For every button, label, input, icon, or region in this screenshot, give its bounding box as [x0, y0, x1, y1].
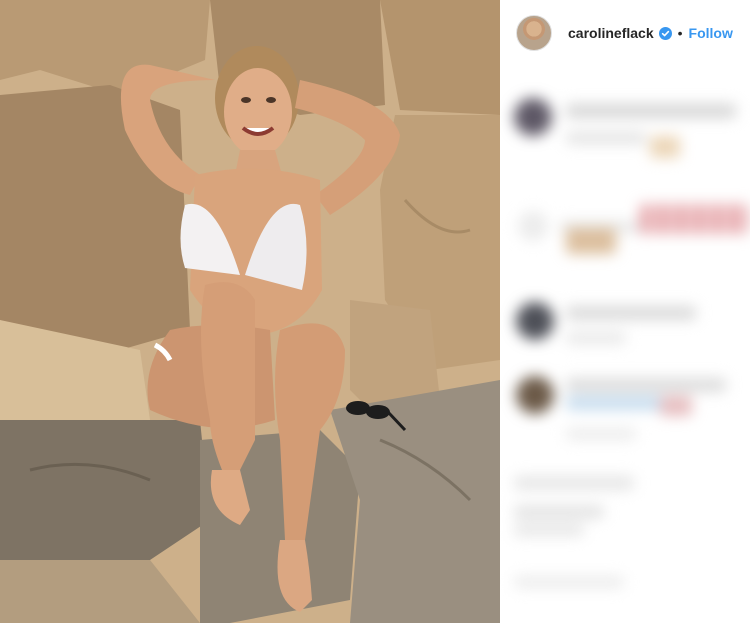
comment-text-blur [566, 428, 636, 440]
comment-text-blur [566, 132, 646, 144]
follow-button[interactable]: Follow [689, 25, 733, 41]
post-sidebar: carolineflack • Follow [500, 0, 750, 623]
post-photo[interactable] [0, 0, 500, 623]
comment-text-blur [660, 396, 692, 416]
instagram-post: carolineflack • Follow [0, 0, 750, 623]
comment-text-blur [566, 332, 626, 344]
comment-text-blur [566, 104, 736, 118]
comment-text-blur [566, 228, 616, 254]
photo-illustration [0, 0, 500, 623]
comment-avatar [518, 211, 548, 241]
avatar[interactable] [516, 15, 552, 51]
comment-text-blur [640, 204, 750, 234]
actions-blur [514, 476, 634, 490]
comment-text-blur [566, 396, 666, 410]
blurred-comments [500, 66, 750, 623]
comment-text-blur [566, 378, 726, 392]
post-header: carolineflack • Follow [500, 0, 750, 66]
username-link[interactable]: carolineflack [568, 25, 654, 41]
comment-text-blur [650, 136, 680, 158]
comment-avatar [516, 302, 554, 340]
comment-text-blur [566, 306, 696, 320]
comment-avatar [514, 98, 552, 136]
comments-section-blurred [500, 66, 750, 623]
header-separator: • [677, 25, 683, 41]
likes-blur [514, 506, 604, 518]
verified-check-icon [658, 26, 672, 40]
comment-avatar [516, 376, 554, 414]
likes-blur [514, 524, 584, 536]
comment-input-blur [514, 576, 624, 588]
